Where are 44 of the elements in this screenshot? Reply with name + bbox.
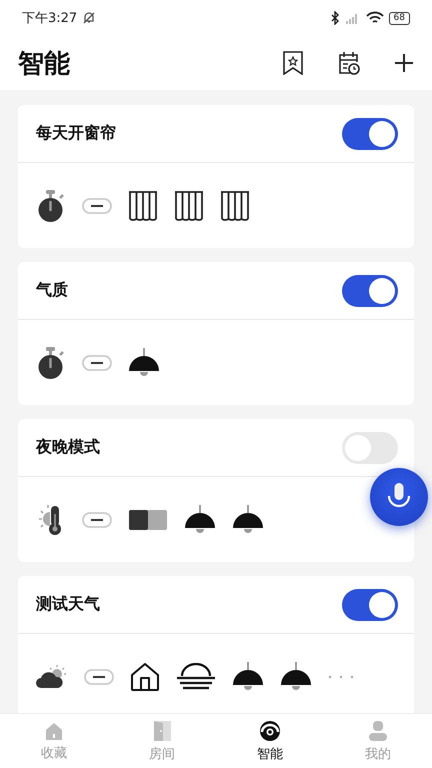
mute-bell-icon (82, 11, 96, 25)
cloud-sun-icon (36, 664, 68, 690)
link-icon (82, 198, 112, 214)
status-time: 下午3:27 (22, 10, 78, 27)
switch-panel-icon (128, 508, 168, 530)
add-icon[interactable] (394, 53, 414, 73)
pendant-lamp-icon (232, 662, 264, 692)
pendant-lamp-icon (232, 504, 264, 534)
pendant-lamp-icon (280, 662, 312, 692)
link-icon (84, 668, 114, 684)
scene-card[interactable]: 气质 (18, 262, 414, 405)
dome-icon (176, 662, 216, 690)
toggle-switch[interactable] (342, 274, 398, 306)
person-icon (368, 720, 388, 742)
pendant-lamp-icon (128, 348, 160, 378)
scene-card[interactable]: 夜晚模式 (18, 419, 414, 562)
battery-indicator: 68 (388, 12, 410, 24)
link-icon (82, 512, 112, 528)
scene-name: 每天开窗帘 (36, 123, 116, 144)
toggle-switch[interactable] (342, 118, 398, 150)
curtain-icon (128, 190, 158, 222)
scene-card[interactable]: 每天开窗帘 (18, 105, 414, 248)
page-title: 智能 (18, 48, 70, 80)
curtain-icon (174, 190, 204, 222)
link-icon (82, 354, 112, 370)
toggle-switch[interactable] (342, 588, 398, 620)
wifi-icon (366, 11, 384, 25)
bluetooth-icon (330, 11, 340, 25)
timer-icon (36, 346, 66, 380)
scene-name: 测试天气 (36, 594, 100, 615)
house-icon (130, 662, 160, 692)
scene-name: 夜晚模式 (36, 437, 100, 458)
curtain-icon (220, 190, 250, 222)
nav-tab[interactable]: 智能 (216, 714, 324, 768)
smart-icon (259, 720, 281, 742)
door-icon (152, 720, 172, 742)
home-icon (44, 720, 64, 740)
calendar-clock-icon[interactable] (338, 51, 360, 75)
pendant-lamp-icon (184, 504, 216, 534)
toggle-switch[interactable] (342, 432, 398, 464)
scene-name: 气质 (36, 280, 68, 301)
bookmark-star-icon[interactable] (282, 51, 304, 75)
timer-icon (36, 188, 66, 222)
scene-card[interactable]: 测试天气 (18, 576, 414, 713)
